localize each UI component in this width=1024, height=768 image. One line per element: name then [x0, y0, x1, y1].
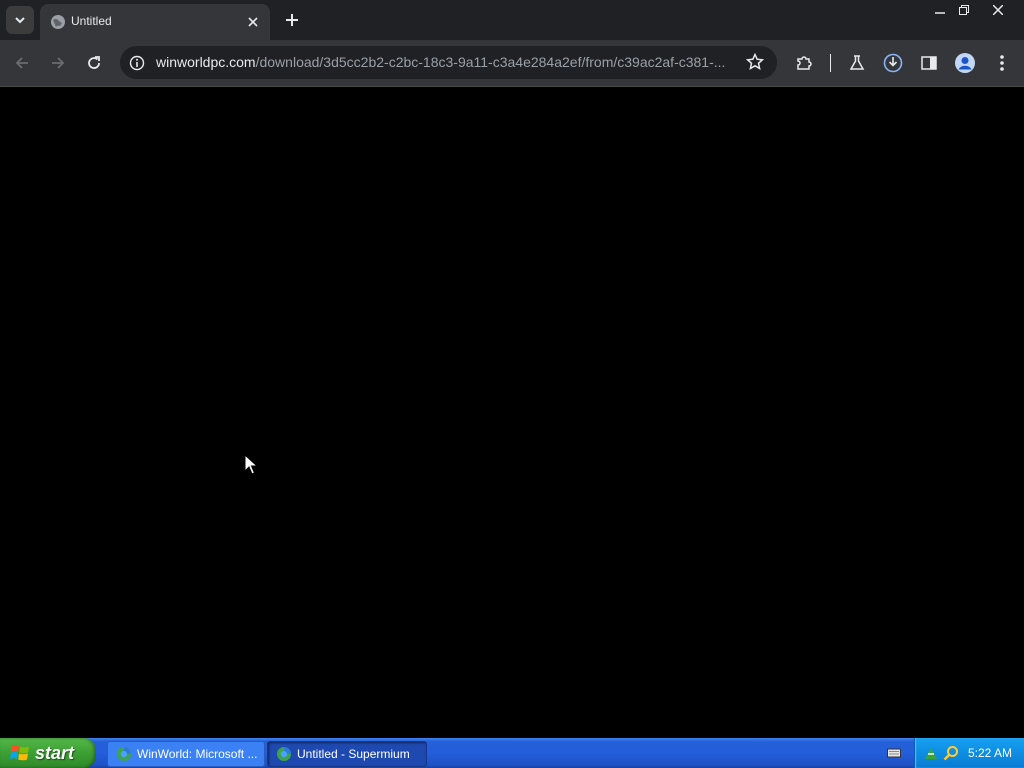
extensions-icon — [797, 56, 812, 70]
taskbar-item-label: WinWorld: Microsoft ... — [137, 747, 258, 761]
menu-icon — [1000, 55, 1004, 71]
star-icon — [746, 53, 764, 71]
keyboard-icon[interactable] — [887, 746, 901, 760]
new-tab-button[interactable] — [280, 8, 304, 32]
profile-button[interactable] — [953, 51, 977, 75]
bookmark-button[interactable] — [745, 52, 765, 72]
reload-icon — [88, 56, 100, 69]
side-panel-icon — [921, 56, 937, 70]
clock[interactable]: 5:22 AM — [968, 746, 1012, 760]
toolbar-divider — [830, 54, 831, 72]
forward-icon — [52, 57, 65, 69]
search-icon[interactable] — [943, 745, 959, 761]
close-icon — [993, 5, 1003, 15]
taskbar-item-label: Untitled - Supermium — [297, 747, 410, 761]
system-tray: 5:22 AM — [914, 738, 1024, 768]
download-button[interactable] — [881, 51, 905, 75]
network-icon[interactable] — [923, 745, 939, 761]
restore-icon — [959, 5, 969, 15]
tab-title: Untitled — [71, 14, 112, 28]
close-icon — [248, 17, 258, 27]
back-icon — [15, 57, 28, 69]
labs-icon — [849, 55, 865, 70]
plus-icon — [286, 14, 298, 26]
side-panel-button[interactable] — [917, 51, 941, 75]
info-icon — [129, 55, 145, 71]
mouse-cursor-icon — [244, 454, 258, 475]
site-info-button[interactable] — [128, 54, 146, 72]
start-button[interactable]: start — [0, 738, 96, 768]
taskbar-item-untitled[interactable]: Untitled - Supermium — [267, 741, 427, 767]
download-icon — [883, 53, 903, 73]
supermium-icon — [277, 747, 291, 761]
forward-button[interactable] — [46, 51, 70, 75]
browser-toolbar: winworldpc.com/download/3d5cc2b2-c2bc-18… — [0, 40, 1024, 87]
tab-close-button[interactable] — [244, 13, 262, 31]
profile-icon — [955, 53, 975, 73]
reload-button[interactable] — [82, 51, 106, 75]
globe-icon — [51, 15, 65, 29]
tab-strip: Untitled — [0, 0, 1024, 40]
tab-search-button[interactable] — [6, 6, 34, 34]
taskbar: start WinWorld: Microsoft ... Untitled -… — [0, 738, 1024, 768]
supermium-icon — [117, 747, 131, 761]
taskbar-item-winworld[interactable]: WinWorld: Microsoft ... — [107, 741, 265, 767]
restore-button[interactable] — [952, 0, 976, 20]
minimize-icon — [935, 12, 945, 14]
back-button[interactable] — [10, 51, 34, 75]
extensions-button[interactable] — [792, 51, 816, 75]
url-text[interactable]: winworldpc.com/download/3d5cc2b2-c2bc-18… — [156, 54, 736, 70]
url-path: /download/3d5cc2b2-c2bc-18c3-9a11-c3a4e2… — [255, 54, 726, 70]
address-bar[interactable]: winworldpc.com/download/3d5cc2b2-c2bc-18… — [120, 46, 777, 79]
windows-flag-icon — [10, 745, 29, 761]
window-close-button[interactable] — [986, 0, 1010, 20]
chevron-down-icon — [15, 17, 25, 24]
minimize-button[interactable] — [928, 0, 952, 20]
url-host: winworldpc.com — [156, 54, 256, 70]
browser-tab[interactable]: Untitled — [40, 4, 270, 40]
start-label: start — [35, 742, 75, 763]
menu-button[interactable] — [990, 51, 1014, 75]
labs-button[interactable] — [845, 51, 869, 75]
page-content[interactable] — [0, 87, 1024, 738]
